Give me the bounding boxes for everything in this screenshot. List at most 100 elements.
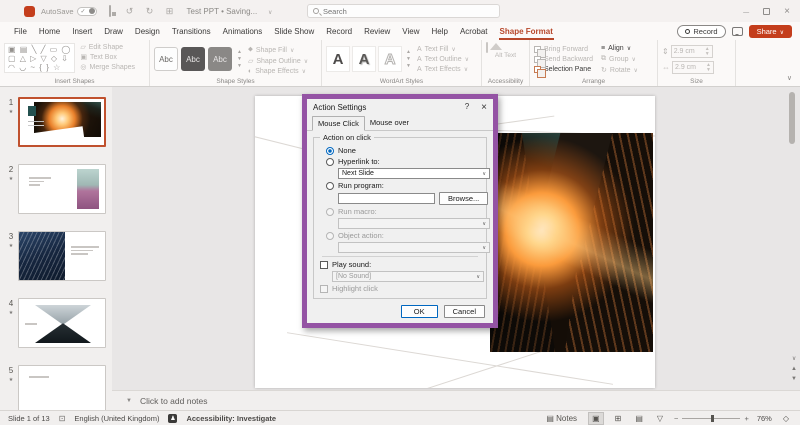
shape-fill-button[interactable]: ⬥Shape Fill (248, 46, 308, 54)
tab-transitions[interactable]: Transitions (166, 25, 217, 38)
tab-home[interactable]: Home (33, 25, 66, 38)
next-slide-button[interactable]: ▼ (791, 376, 797, 382)
previous-slide-button[interactable]: ▲ (791, 366, 797, 372)
slideshow-button[interactable]: ▽ (654, 413, 666, 424)
search-box[interactable] (307, 4, 500, 18)
tab-design[interactable]: Design (129, 25, 166, 38)
undo-button[interactable] (123, 6, 137, 17)
tab-review[interactable]: Review (358, 25, 396, 38)
tab-record[interactable]: Record (320, 25, 358, 38)
slide-thumbnail-1[interactable] (18, 97, 106, 147)
fit-to-window-icon[interactable]: ◇ (780, 413, 792, 424)
preset-scroll-up-icon[interactable]: ▲ (237, 49, 242, 55)
shape-effects-button[interactable]: ◐Shape Effects (248, 68, 308, 75)
ok-button[interactable]: OK (401, 305, 438, 318)
tab-shape-format[interactable]: Shape Format (494, 25, 559, 38)
slide-thumbnail-5[interactable] (18, 365, 106, 410)
shape-outline-button[interactable]: ▱Shape Outline (248, 57, 308, 65)
preset-scroll-down-icon[interactable]: ▼ (237, 56, 242, 62)
dialog-close-icon[interactable] (481, 102, 487, 113)
option-run-program[interactable]: Run program: (326, 181, 482, 190)
scroll-down-icon[interactable]: ∨ (792, 355, 796, 362)
slide-sorter-view-button[interactable]: ⊞ (612, 413, 625, 424)
wordart-preset-1[interactable]: A (326, 46, 350, 72)
zoom-level[interactable]: 76% (757, 414, 772, 423)
tab-slide-show[interactable]: Slide Show (268, 25, 320, 38)
wordart-preset-3[interactable]: A (378, 46, 402, 72)
notes-bar[interactable]: ▼ Click to add notes (112, 390, 800, 410)
scrollbar-thumb[interactable] (789, 92, 795, 144)
hyperlink-dropdown[interactable]: Next Slide∨ (338, 168, 490, 179)
tab-view[interactable]: View (396, 25, 425, 38)
browse-button[interactable]: Browse... (439, 192, 488, 205)
bring-forward-button[interactable]: Bring Forward (534, 46, 593, 53)
shape-gallery[interactable]: ▣ ▤ ╲ ╱ ▭ ◯ ▢ △ ▷ ▽ ◇ ⇩ ◠ ◡ ~ { } ☆ (4, 43, 75, 73)
collapse-ribbon-icon[interactable]: ∨ (787, 74, 792, 82)
text-outline-button[interactable]: AText Outline (417, 56, 469, 63)
alt-text-button[interactable]: Alt Text (486, 43, 525, 59)
edit-shape-button[interactable]: ▱Edit Shape (80, 43, 135, 51)
tab-draw[interactable]: Draw (98, 25, 129, 38)
option-hyperlink[interactable]: Hyperlink to: (326, 157, 482, 166)
maximize-button[interactable] (763, 8, 770, 15)
wordart-preset-2[interactable]: A (352, 46, 376, 72)
spinner-arrows-icon[interactable]: ▲▼ (705, 47, 710, 57)
minimize-button[interactable] (743, 7, 749, 16)
redo-button[interactable] (143, 6, 157, 17)
run-program-input[interactable] (338, 193, 435, 204)
rotate-button[interactable]: ↻Rotate (601, 66, 638, 74)
shape-width-field[interactable]: ⇔ 2.9 cm▲▼ (662, 61, 731, 74)
zoom-thumb[interactable] (711, 415, 714, 422)
zoom-out-icon[interactable]: − (674, 414, 678, 423)
tab-animations[interactable]: Animations (217, 25, 269, 38)
comments-icon[interactable] (732, 27, 743, 36)
shape-gallery-row[interactable]: ▣ ▤ ╲ ╱ ▭ ◯ (8, 45, 71, 54)
slide-photo[interactable] (490, 133, 653, 352)
option-none[interactable]: None (326, 146, 482, 155)
radio-run-program[interactable] (326, 182, 334, 190)
shape-style-preset-2[interactable]: Abc (181, 47, 205, 71)
autosave-toggle[interactable] (77, 7, 97, 16)
record-button[interactable]: Record (677, 25, 725, 38)
notes-splitter-icon[interactable]: ▼ (126, 398, 132, 404)
shape-gallery-row[interactable]: ▢ △ ▷ ▽ ◇ ⇩ (8, 54, 71, 63)
autosave-control[interactable]: AutoSave (41, 7, 97, 16)
tab-help[interactable]: Help (426, 25, 454, 38)
slide-thumbnail-2[interactable] (18, 164, 106, 214)
vertical-scrollbar[interactable] (789, 89, 795, 349)
merge-shapes-button[interactable]: ◎Merge Shapes (80, 63, 135, 71)
align-button[interactable]: ≡Align (601, 45, 638, 52)
slide-thumbnail-3[interactable] (18, 231, 106, 281)
text-effects-button[interactable]: AText Effects (417, 66, 469, 73)
reading-view-button[interactable]: ▤ (632, 413, 646, 424)
slide-thumbnail-4[interactable] (18, 298, 106, 348)
search-input[interactable] (323, 7, 494, 16)
wordart-more-icon[interactable]: ▼ (406, 63, 411, 69)
shape-height-field[interactable]: ⇕ 2.9 cm▲▼ (662, 45, 731, 58)
title-dropdown-icon[interactable] (263, 6, 277, 16)
tab-insert[interactable]: Insert (66, 25, 98, 38)
dialog-title-bar[interactable]: Action Settings ? (307, 99, 493, 115)
tab-mouse-over[interactable]: Mouse over (365, 116, 414, 130)
zoom-in-icon[interactable]: + (744, 414, 748, 423)
preset-more-icon[interactable]: ▼ (237, 63, 242, 69)
text-box-button[interactable]: ▣Text Box (80, 53, 135, 61)
dialog-help-icon[interactable]: ? (465, 102, 469, 113)
language-indicator[interactable]: English (United Kingdom) (74, 414, 159, 423)
zoom-track[interactable] (682, 418, 740, 419)
wordart-scroll-up-icon[interactable]: ▲ (406, 49, 411, 55)
notes-toggle-button[interactable]: ▤ Notes (543, 413, 580, 424)
tab-mouse-click[interactable]: Mouse Click (312, 116, 365, 131)
tab-file[interactable]: File (8, 25, 33, 38)
display-settings-icon[interactable]: ⊡ (59, 414, 66, 423)
play-sound-checkbox[interactable] (320, 261, 328, 269)
tab-acrobat[interactable]: Acrobat (454, 25, 494, 38)
group-button[interactable]: ⧉Group (601, 55, 638, 63)
share-button[interactable]: Share (749, 25, 792, 38)
shape-gallery-row[interactable]: ◠ ◡ ~ { } ☆ (8, 63, 71, 72)
notes-placeholder[interactable]: Click to add notes (140, 396, 208, 406)
display-options-button[interactable] (163, 6, 177, 17)
spinner-arrows-icon[interactable]: ▲▼ (706, 63, 711, 73)
save-button[interactable] (103, 6, 117, 16)
slide-counter[interactable]: Slide 1 of 13 (8, 414, 50, 423)
